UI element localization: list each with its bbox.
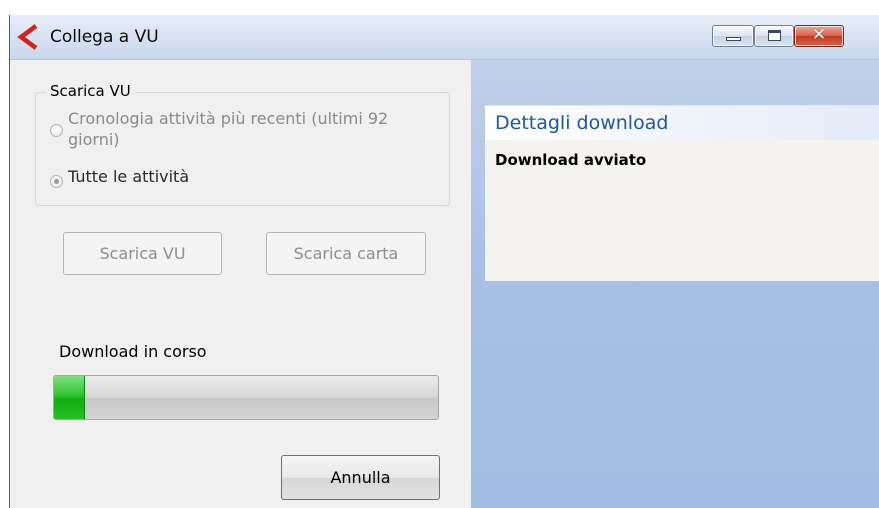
annulla-button[interactable]: Annulla [281,455,440,500]
radio-all-activity[interactable] [50,175,63,188]
maximize-button[interactable] [754,25,794,47]
maximize-icon [768,30,781,41]
close-button[interactable]: ✕ [794,25,844,47]
title-bar[interactable]: Collega a VU ✕ [10,15,879,60]
scarica-carta-button[interactable]: Scarica carta [266,232,426,275]
download-options-panel: Scarica VU Cronologia attività più recen… [10,60,471,508]
app-logo-icon [17,24,38,50]
radio-recent-activity-label[interactable]: Cronologia attività più recenti (ultimi … [68,108,428,150]
download-status-text: Download avviato [495,151,647,169]
details-header: Dettagli download [485,106,879,140]
close-icon: ✕ [811,25,827,45]
window-title: Collega a VU [50,27,159,47]
dialog-window: Collega a VU ✕ Scarica VU Cronologia att… [9,15,879,508]
progress-label: Download in corso [59,342,207,361]
download-progress-bar [53,375,439,420]
minimize-button[interactable] [712,25,754,47]
group-legend: Scarica VU [46,82,135,100]
minimize-icon [726,37,741,41]
download-details-box: Dettagli download Download avviato [485,105,879,281]
details-panel: Dettagli download Download avviato [471,60,879,508]
progress-fill [54,376,85,419]
radio-all-activity-label[interactable]: Tutte le attività [68,167,189,186]
radio-recent-activity[interactable] [50,124,63,137]
details-title: Dettagli download [495,112,669,134]
radio-selected-dot [54,179,59,184]
scarica-vu-button[interactable]: Scarica VU [63,232,222,275]
